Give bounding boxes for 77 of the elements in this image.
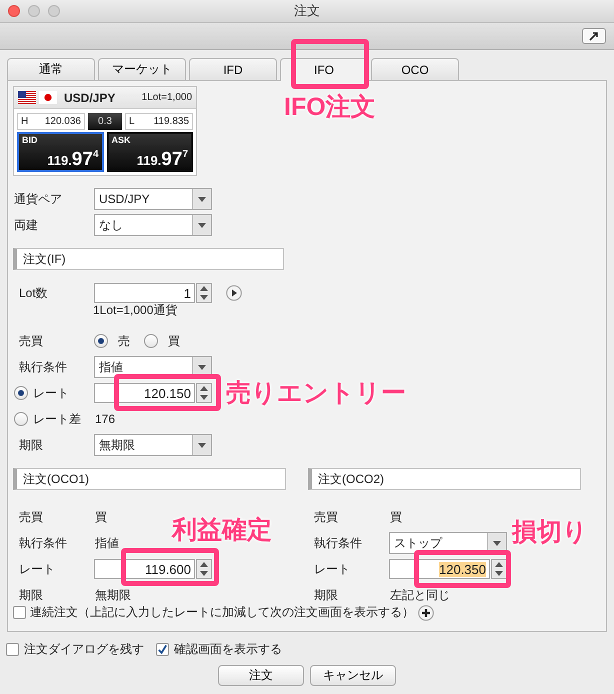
japan-flag-icon <box>39 91 57 104</box>
checkbox-label: 確認画面を表示する <box>174 641 282 658</box>
lot-size: 1Lot=1,000 <box>142 92 192 103</box>
section-header: 注文(OCO2) <box>308 468 581 490</box>
tab[interactable]: OCO <box>371 58 459 80</box>
field-value: 指値 <box>94 534 119 552</box>
dropdown-field[interactable]: 無期限 <box>94 434 212 456</box>
low-price-box: L 119.835 <box>125 113 193 130</box>
stepper-button[interactable] <box>196 283 212 303</box>
checkbox-label: 連続注文（上記に入力したレートに加減して次の注文画面を表示する） <box>30 604 414 621</box>
field-label: 売買 <box>18 508 44 526</box>
annotation-label: 売りエントリー <box>226 378 406 409</box>
annotation-label: IFO注文 <box>284 92 376 123</box>
dropdown-field[interactable]: USD/JPY <box>94 188 212 210</box>
checkbox[interactable] <box>13 606 26 619</box>
field-value: 買 <box>94 508 107 526</box>
checkbox[interactable] <box>6 643 19 656</box>
tab[interactable]: IFD <box>189 58 277 80</box>
high-price-box: H 120.036 <box>17 113 85 130</box>
dropdown-arrow-icon <box>192 435 211 455</box>
section-header: 注文(OCO1) <box>13 468 286 490</box>
cancel-button[interactable]: キャンセル <box>310 665 396 686</box>
stepper-button[interactable] <box>491 559 507 579</box>
currency-pair: USD/JPY <box>64 90 116 104</box>
radio-button[interactable] <box>94 334 108 348</box>
stepper-button[interactable] <box>196 383 212 403</box>
spinner-field[interactable]: 119.600 <box>94 559 195 579</box>
pin-button[interactable] <box>582 28 606 44</box>
spinner-field[interactable]: 1 <box>94 283 195 303</box>
close-button[interactable] <box>8 5 20 17</box>
bid-button[interactable]: BID 119.97$^{4}$ <box>17 132 104 172</box>
section-header: 注文(IF) <box>13 248 284 270</box>
field-label: 通貨ペア <box>13 190 63 208</box>
radio-label: 売 <box>118 332 130 350</box>
field-label: 期限 <box>18 586 44 604</box>
tab[interactable]: 通常 <box>7 58 95 80</box>
checkbox[interactable] <box>156 643 169 656</box>
arrow-icon <box>588 31 600 41</box>
radio-button[interactable] <box>14 386 28 400</box>
rate-diff-value: 176 <box>94 412 116 426</box>
field-value: 左記と同じ <box>389 586 450 604</box>
field-label: 売買 <box>313 508 339 526</box>
window-title: 注文 <box>294 2 320 20</box>
radio-button[interactable] <box>14 412 28 426</box>
radio-label: 買 <box>168 332 180 350</box>
field-label: 両建 <box>13 216 39 234</box>
field-label: 執行条件 <box>18 358 68 376</box>
field-label: 期限 <box>313 586 339 604</box>
spread-box: 0.3 <box>88 113 122 130</box>
stepper-button[interactable] <box>196 559 212 579</box>
us-flag-icon <box>18 91 36 104</box>
tab[interactable]: マーケット <box>98 58 186 80</box>
spinner-field[interactable]: 120.150 <box>94 383 195 403</box>
field-label: 売買 <box>18 332 44 350</box>
radio-label: レート <box>33 384 69 402</box>
field-value: 買 <box>389 508 402 526</box>
dropdown-arrow-icon <box>192 215 211 235</box>
radio-label: レート差 <box>33 410 81 428</box>
field-label: 執行条件 <box>313 534 363 552</box>
radio-button[interactable] <box>144 334 158 348</box>
annotation-label: 損切り <box>512 517 588 548</box>
play-icon[interactable] <box>226 285 242 301</box>
field-label: レート <box>18 560 56 578</box>
field-label: 執行条件 <box>18 534 68 552</box>
plus-icon[interactable] <box>418 604 434 620</box>
checkbox-label: 注文ダイアログを残す <box>24 641 144 658</box>
annotation-label: 利益確定 <box>172 515 272 546</box>
field-value: 無期限 <box>94 586 131 604</box>
spinner-field[interactable]: 120.350 <box>389 559 490 579</box>
field-label: Lot数 <box>18 284 49 302</box>
field-label: レート <box>313 560 351 578</box>
field-label: 期限 <box>18 436 44 454</box>
dropdown-arrow-icon <box>192 189 211 209</box>
dropdown-field[interactable]: なし <box>94 214 212 236</box>
lot-note: 1Lot=1,000通貨 <box>92 302 178 319</box>
order-button[interactable]: 注文 <box>218 665 304 686</box>
ask-button[interactable]: ASK 119.97$^{7}$ <box>106 132 193 172</box>
